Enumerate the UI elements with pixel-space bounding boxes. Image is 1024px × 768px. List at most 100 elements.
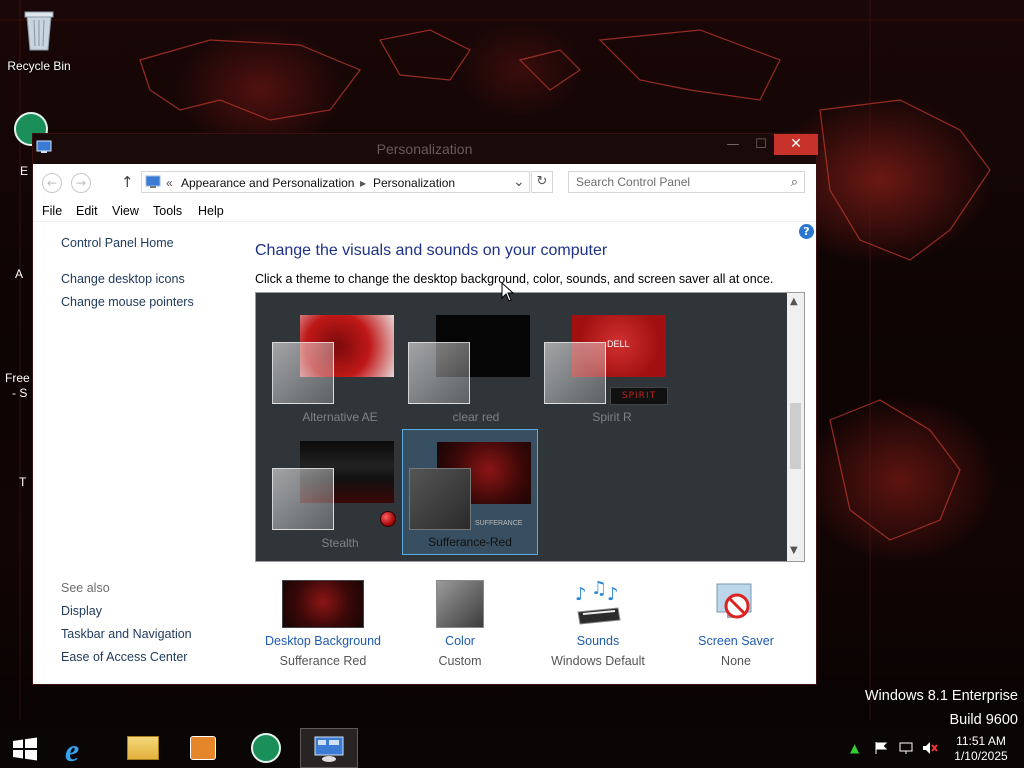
menu-tools[interactable]: Tools — [153, 204, 182, 218]
theme-sufferance-red[interactable]: SUFFERANCE Sufferance-Red — [402, 429, 538, 555]
desktop-label-partial-1: E — [20, 164, 29, 178]
theme-name: Spirit R — [592, 410, 632, 424]
theme-color-swatch — [272, 342, 334, 404]
clock-date: 1/10/2025 — [954, 749, 1008, 763]
svg-text:♪: ♪ — [575, 584, 587, 605]
windows-edition-watermark: Windows 8.1 Enterprise Build 9600 — [865, 684, 1018, 732]
maximize-button[interactable]: ☐ — [747, 134, 775, 155]
breadcrumb-separator: ▸ — [360, 176, 367, 190]
taskbar: e ▲ 11:51 AM 1/10/2025 — [0, 728, 1024, 768]
control-panel-taskbar-button[interactable] — [300, 728, 358, 768]
breadcrumb-personalization[interactable]: Personalization — [373, 176, 455, 190]
close-button[interactable]: ✕ — [774, 134, 818, 155]
menu-bar: File Edit View Tools Help — [33, 200, 816, 222]
theme-color-swatch — [544, 342, 606, 404]
theme-stealth[interactable]: Stealth — [272, 431, 408, 557]
action-center-flag-icon[interactable] — [874, 741, 890, 755]
theme-color-swatch — [408, 342, 470, 404]
volume-muted-icon[interactable] — [922, 741, 938, 755]
start-button[interactable] — [0, 728, 58, 768]
theme-clear-red[interactable]: clear red — [408, 305, 544, 431]
desktop-label-partial-3: Free — [5, 371, 30, 385]
theme-spirit-r[interactable]: DELL SPIRIT Spirit R — [544, 305, 680, 431]
desktop-background-icon — [282, 580, 364, 628]
stealth-red-orb-icon — [380, 511, 396, 527]
control-panel-icon — [314, 736, 344, 765]
search-icon[interactable]: ⌕ — [791, 174, 798, 190]
back-button[interactable]: ← — [42, 173, 62, 193]
color-icon — [436, 580, 484, 628]
recycle-bin-icon — [1, 8, 77, 55]
address-bar[interactable]: « Appearance and Personalization ▸ Perso… — [141, 171, 530, 193]
recycle-bin-shortcut[interactable]: Recycle Bin — [1, 8, 77, 73]
refresh-button[interactable]: ↻ — [531, 171, 553, 193]
help-icon[interactable]: ? — [799, 224, 814, 239]
breadcrumb-appearance[interactable]: Appearance and Personalization — [181, 176, 354, 190]
up-button[interactable]: ↑ — [121, 173, 134, 191]
scroll-down-icon[interactable]: ▼ — [790, 545, 798, 556]
see-also-label: See also — [61, 581, 110, 595]
menu-file[interactable]: File — [42, 204, 62, 218]
theme-alternative-ae[interactable]: Alternative AE — [272, 305, 408, 431]
search-placeholder: Search Control Panel — [576, 175, 691, 189]
menu-edit[interactable]: Edit — [76, 204, 98, 218]
color-value: Custom — [438, 654, 482, 668]
sounds-setting[interactable]: ♪ ♫ ♪ Sounds Windows Default — [533, 578, 663, 668]
desktop-label-partial-4: T — [19, 475, 27, 489]
sounds-link[interactable]: Sounds — [533, 634, 663, 648]
theme-name: Stealth — [321, 536, 359, 550]
menu-help[interactable]: Help — [198, 204, 224, 218]
internet-explorer-icon: e — [65, 732, 80, 768]
change-desktop-icons-link[interactable]: Change desktop icons — [61, 272, 185, 286]
page-heading: Change the visuals and sounds on your co… — [255, 242, 608, 259]
color-setting[interactable]: Color Custom — [395, 580, 525, 668]
sounds-icon: ♪ ♫ ♪ — [573, 578, 623, 628]
minimize-button[interactable]: — — [719, 134, 747, 155]
theme-name: Sufferance-Red — [428, 535, 512, 549]
theme-color-swatch — [409, 468, 471, 530]
system-clock[interactable]: 11:51 AM 1/10/2025 — [946, 734, 1016, 764]
color-link[interactable]: Color — [395, 634, 525, 648]
control-panel-home-link[interactable]: Control Panel Home — [61, 236, 174, 250]
scroll-up-icon[interactable]: ▲ — [790, 296, 798, 307]
menu-view[interactable]: View — [112, 204, 139, 218]
title-bar[interactable]: Personalization — ☐ ✕ — [33, 134, 818, 164]
screen-saver-setting[interactable]: Screen Saver None — [671, 580, 801, 668]
screen-saver-value: None — [721, 654, 751, 668]
media-player-taskbar-button[interactable] — [174, 728, 232, 768]
search-input[interactable]: Search Control Panel ⌕ — [568, 171, 805, 193]
change-mouse-pointers-link[interactable]: Change mouse pointers — [61, 295, 194, 309]
green-app-taskbar-button[interactable] — [237, 728, 295, 768]
scroll-thumb[interactable] — [790, 403, 801, 469]
breadcrumb-chevron[interactable]: « — [166, 176, 173, 190]
sounds-value: Windows Default — [551, 654, 645, 668]
screen-saver-icon — [711, 580, 761, 628]
spirit-badge-text: SPIRIT — [621, 391, 657, 401]
forward-button[interactable]: → — [71, 173, 91, 193]
theme-color-swatch — [272, 468, 334, 530]
network-icon[interactable] — [898, 741, 914, 755]
dell-logo-badge: DELL — [607, 339, 630, 349]
address-dropdown-button[interactable]: ⌄ — [513, 173, 525, 190]
taskbar-navigation-link[interactable]: Taskbar and Navigation — [61, 627, 192, 641]
green-app-icon — [251, 733, 281, 763]
internet-explorer-taskbar-button[interactable]: e — [52, 728, 110, 768]
mouse-cursor-icon — [501, 281, 515, 305]
desktop-background-setting[interactable]: Desktop Background Sufferance Red — [258, 580, 388, 668]
theme-gallery: Alternative AE clear red DELL SPIRIT Spi… — [255, 292, 805, 562]
personalization-window: Personalization — ☐ ✕ ← → ↑ « Appearance… — [32, 133, 818, 685]
network-activity-icon[interactable]: ▲ — [850, 741, 866, 755]
desktop-background-link[interactable]: Desktop Background — [258, 634, 388, 648]
sufferance-badge: SUFFERANCE — [475, 520, 523, 527]
file-explorer-icon — [127, 736, 159, 760]
clock-time: 11:51 AM — [956, 734, 1006, 748]
file-explorer-taskbar-button[interactable] — [114, 728, 172, 768]
screen-saver-link[interactable]: Screen Saver — [671, 634, 801, 648]
svg-text:♫: ♫ — [591, 580, 607, 599]
display-link[interactable]: Display — [61, 604, 102, 618]
control-panel-breadcrumb-icon — [145, 175, 161, 192]
svg-text:♪: ♪ — [607, 584, 619, 605]
ease-of-access-link[interactable]: Ease of Access Center — [61, 650, 187, 664]
theme-scrollbar[interactable]: ▲ ▼ — [787, 293, 804, 561]
edition-name: Windows 8.1 Enterprise — [864, 688, 1018, 704]
